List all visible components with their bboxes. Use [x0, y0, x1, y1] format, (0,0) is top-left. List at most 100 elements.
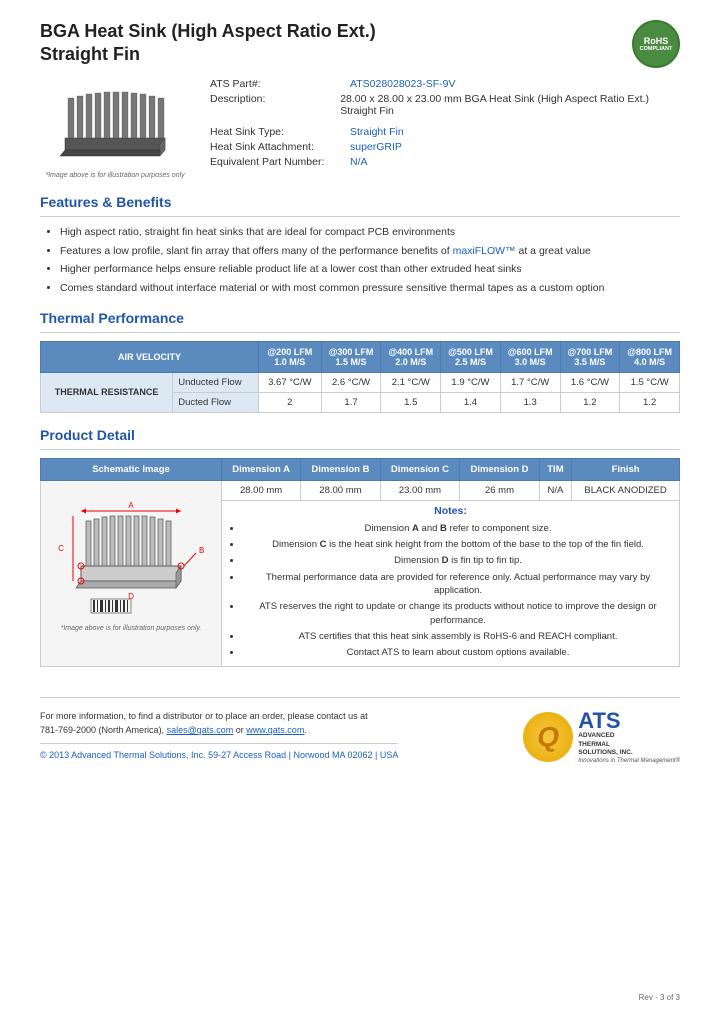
- note-3: Dimension D is fin tip to fin tip.: [242, 554, 674, 567]
- col-header-1: @200 LFM1.0 M/S: [258, 341, 321, 372]
- type-value: Straight Fin: [350, 126, 404, 138]
- product-image: [50, 78, 180, 168]
- notes-cell: Notes: Dimension A and B refer to compon…: [222, 500, 680, 667]
- features-title: Features & Benefits: [40, 194, 680, 210]
- thermal-performance-section: Thermal Performance AIR VELOCITY @200 LF…: [40, 310, 680, 413]
- features-list: High aspect ratio, straight fin heat sin…: [40, 225, 680, 296]
- col-header-5: @600 LFM3.0 M/S: [500, 341, 560, 372]
- notes-list: Dimension A and B refer to component siz…: [227, 522, 674, 660]
- ducted-val-7: 1.2: [620, 392, 680, 412]
- col-header-6: @700 LFM3.5 M/S: [560, 341, 620, 372]
- unducted-label: Unducted Flow: [173, 372, 259, 392]
- features-section: Features & Benefits High aspect ratio, s…: [40, 194, 680, 296]
- detail-header-schematic: Schematic Image: [41, 458, 222, 480]
- page-title: BGA Heat Sink (High Aspect Ratio Ext.) S…: [40, 20, 376, 67]
- col-header-7: @800 LFM4.0 M/S: [620, 341, 680, 372]
- rohs-badge: RoHS COMPLIANT: [632, 20, 680, 68]
- feature-item-3: Higher performance helps ensure reliable…: [60, 262, 680, 277]
- dim-c-value: 23.00 mm: [380, 480, 460, 500]
- spec-equiv-row: Equivalent Part Number: N/A: [210, 156, 680, 168]
- product-title: BGA Heat Sink (High Aspect Ratio Ext.) S…: [40, 20, 376, 67]
- ats-logo-area: Q ATS ADVANCEDTHERMALSOLUTIONS, INC. Inn…: [523, 710, 680, 763]
- ducted-val-3: 1.5: [381, 392, 441, 412]
- ats-logo-circle: Q: [523, 712, 573, 762]
- footer-email-link[interactable]: sales@qats.com: [167, 725, 234, 735]
- schematic-svg: A B C D: [51, 491, 211, 621]
- table-row-unducted: THERMAL RESISTANCE Unducted Flow 3.67 °C…: [41, 372, 680, 392]
- feature-item-1: High aspect ratio, straight fin heat sin…: [60, 225, 680, 240]
- unducted-val-4: 1.9 °C/W: [441, 372, 501, 392]
- col-header-4: @500 LFM2.5 M/S: [441, 341, 501, 372]
- note-2: Dimension C is the heat sink height from…: [242, 538, 674, 551]
- ats-letters: ATS: [578, 710, 680, 732]
- detail-divider: [40, 449, 680, 450]
- attach-value: superGRIP: [350, 141, 402, 153]
- ducted-val-4: 1.4: [441, 392, 501, 412]
- dim-d-value: 26 mm: [460, 480, 540, 500]
- detail-table: Schematic Image Dimension A Dimension B …: [40, 458, 680, 668]
- rohs-text: RoHS: [644, 36, 669, 46]
- footer-website-link[interactable]: www.qats.com: [246, 725, 304, 735]
- footer-left: For more information, to find a distribu…: [40, 710, 398, 760]
- equiv-value: N/A: [350, 156, 368, 168]
- finish-value: BLACK ANODIZED: [572, 480, 680, 500]
- note-4: Thermal performance data are provided fo…: [242, 571, 674, 598]
- note-6: ATS certifies that this heat sink assemb…: [242, 630, 674, 643]
- part-value: ATS028028023-SF-9V: [350, 78, 455, 90]
- note-1: Dimension A and B refer to component siz…: [242, 522, 674, 535]
- attach-label: Heat Sink Attachment:: [210, 141, 350, 153]
- svg-text:A: A: [128, 501, 134, 510]
- detail-header-dima: Dimension A: [222, 458, 301, 480]
- air-vel-header: AIR VELOCITY: [41, 341, 259, 372]
- product-info-section: *Image above is for illustration purpose…: [40, 78, 680, 179]
- spec-attach-row: Heat Sink Attachment: superGRIP: [210, 141, 680, 153]
- detail-header-dimb: Dimension B: [301, 458, 381, 480]
- footer-copyright: © 2013 Advanced Thermal Solutions, Inc. …: [40, 743, 398, 760]
- type-label: Heat Sink Type:: [210, 126, 350, 138]
- ducted-val-6: 1.2: [560, 392, 620, 412]
- svg-text:B: B: [199, 546, 204, 555]
- unducted-val-7: 1.5 °C/W: [620, 372, 680, 392]
- ats-tagline: Innovations in Thermal Management®: [578, 758, 680, 764]
- note-7: Contact ATS to learn about custom option…: [242, 646, 674, 659]
- unducted-val-2: 2.6 °C/W: [321, 372, 381, 392]
- page: BGA Heat Sink (High Aspect Ratio Ext.) S…: [0, 0, 720, 1012]
- footer-section: For more information, to find a distribu…: [40, 697, 680, 763]
- part-label: ATS Part#:: [210, 78, 350, 90]
- detail-header-finish: Finish: [572, 458, 680, 480]
- thermal-divider: [40, 332, 680, 333]
- page-number: Rev - 3 of 3: [639, 993, 680, 1002]
- ducted-val-1: 2: [258, 392, 321, 412]
- dim-b-value: 28.00 mm: [301, 480, 381, 500]
- product-specs: ATS Part#: ATS028028023-SF-9V Descriptio…: [210, 78, 680, 179]
- unducted-val-1: 3.67 °C/W: [258, 372, 321, 392]
- spec-desc-row: Description: 28.00 x 28.00 x 23.00 mm BG…: [210, 93, 680, 117]
- feature-item-4: Comes standard without interface materia…: [60, 281, 680, 296]
- feature-item-2: Features a low profile, slant fin array …: [60, 244, 680, 259]
- desc-label: Description:: [210, 93, 340, 105]
- desc-value: 28.00 x 28.00 x 23.00 mm BGA Heat Sink (…: [340, 93, 680, 117]
- dim-a-value: 28.00 mm: [222, 480, 301, 500]
- image-caption: *Image above is for illustration purpose…: [45, 172, 184, 179]
- unducted-val-3: 2.1 °C/W: [381, 372, 441, 392]
- product-detail-title: Product Detail: [40, 427, 680, 443]
- product-detail-section: Product Detail Schematic Image Dimension…: [40, 427, 680, 668]
- rohs-compliant-text: COMPLIANT: [640, 46, 673, 52]
- footer-contact-text: For more information, to find a distribu…: [40, 710, 398, 737]
- ducted-label: Ducted Flow: [173, 392, 259, 412]
- features-divider: [40, 216, 680, 217]
- thermal-resistance-label: THERMAL RESISTANCE: [41, 372, 173, 412]
- col-header-3: @400 LFM2.0 M/S: [381, 341, 441, 372]
- spec-part-row: ATS Part#: ATS028028023-SF-9V: [210, 78, 680, 90]
- schematic-container: A B C D: [51, 491, 211, 632]
- ducted-val-5: 1.3: [500, 392, 560, 412]
- ats-full-name: ADVANCEDTHERMALSOLUTIONS, INC.: [578, 732, 680, 757]
- col-header-2: @300 LFM1.5 M/S: [321, 341, 381, 372]
- unducted-val-5: 1.7 °C/W: [500, 372, 560, 392]
- product-image-area: *Image above is for illustration purpose…: [40, 78, 190, 179]
- detail-header-dimd: Dimension D: [460, 458, 540, 480]
- ats-logo-text: ATS ADVANCEDTHERMALSOLUTIONS, INC. Innov…: [578, 710, 680, 763]
- header-section: BGA Heat Sink (High Aspect Ratio Ext.) S…: [40, 20, 680, 68]
- schematic-image-cell: A B C D: [41, 480, 222, 667]
- maxiflow-link: maxiFLOW™: [453, 245, 516, 257]
